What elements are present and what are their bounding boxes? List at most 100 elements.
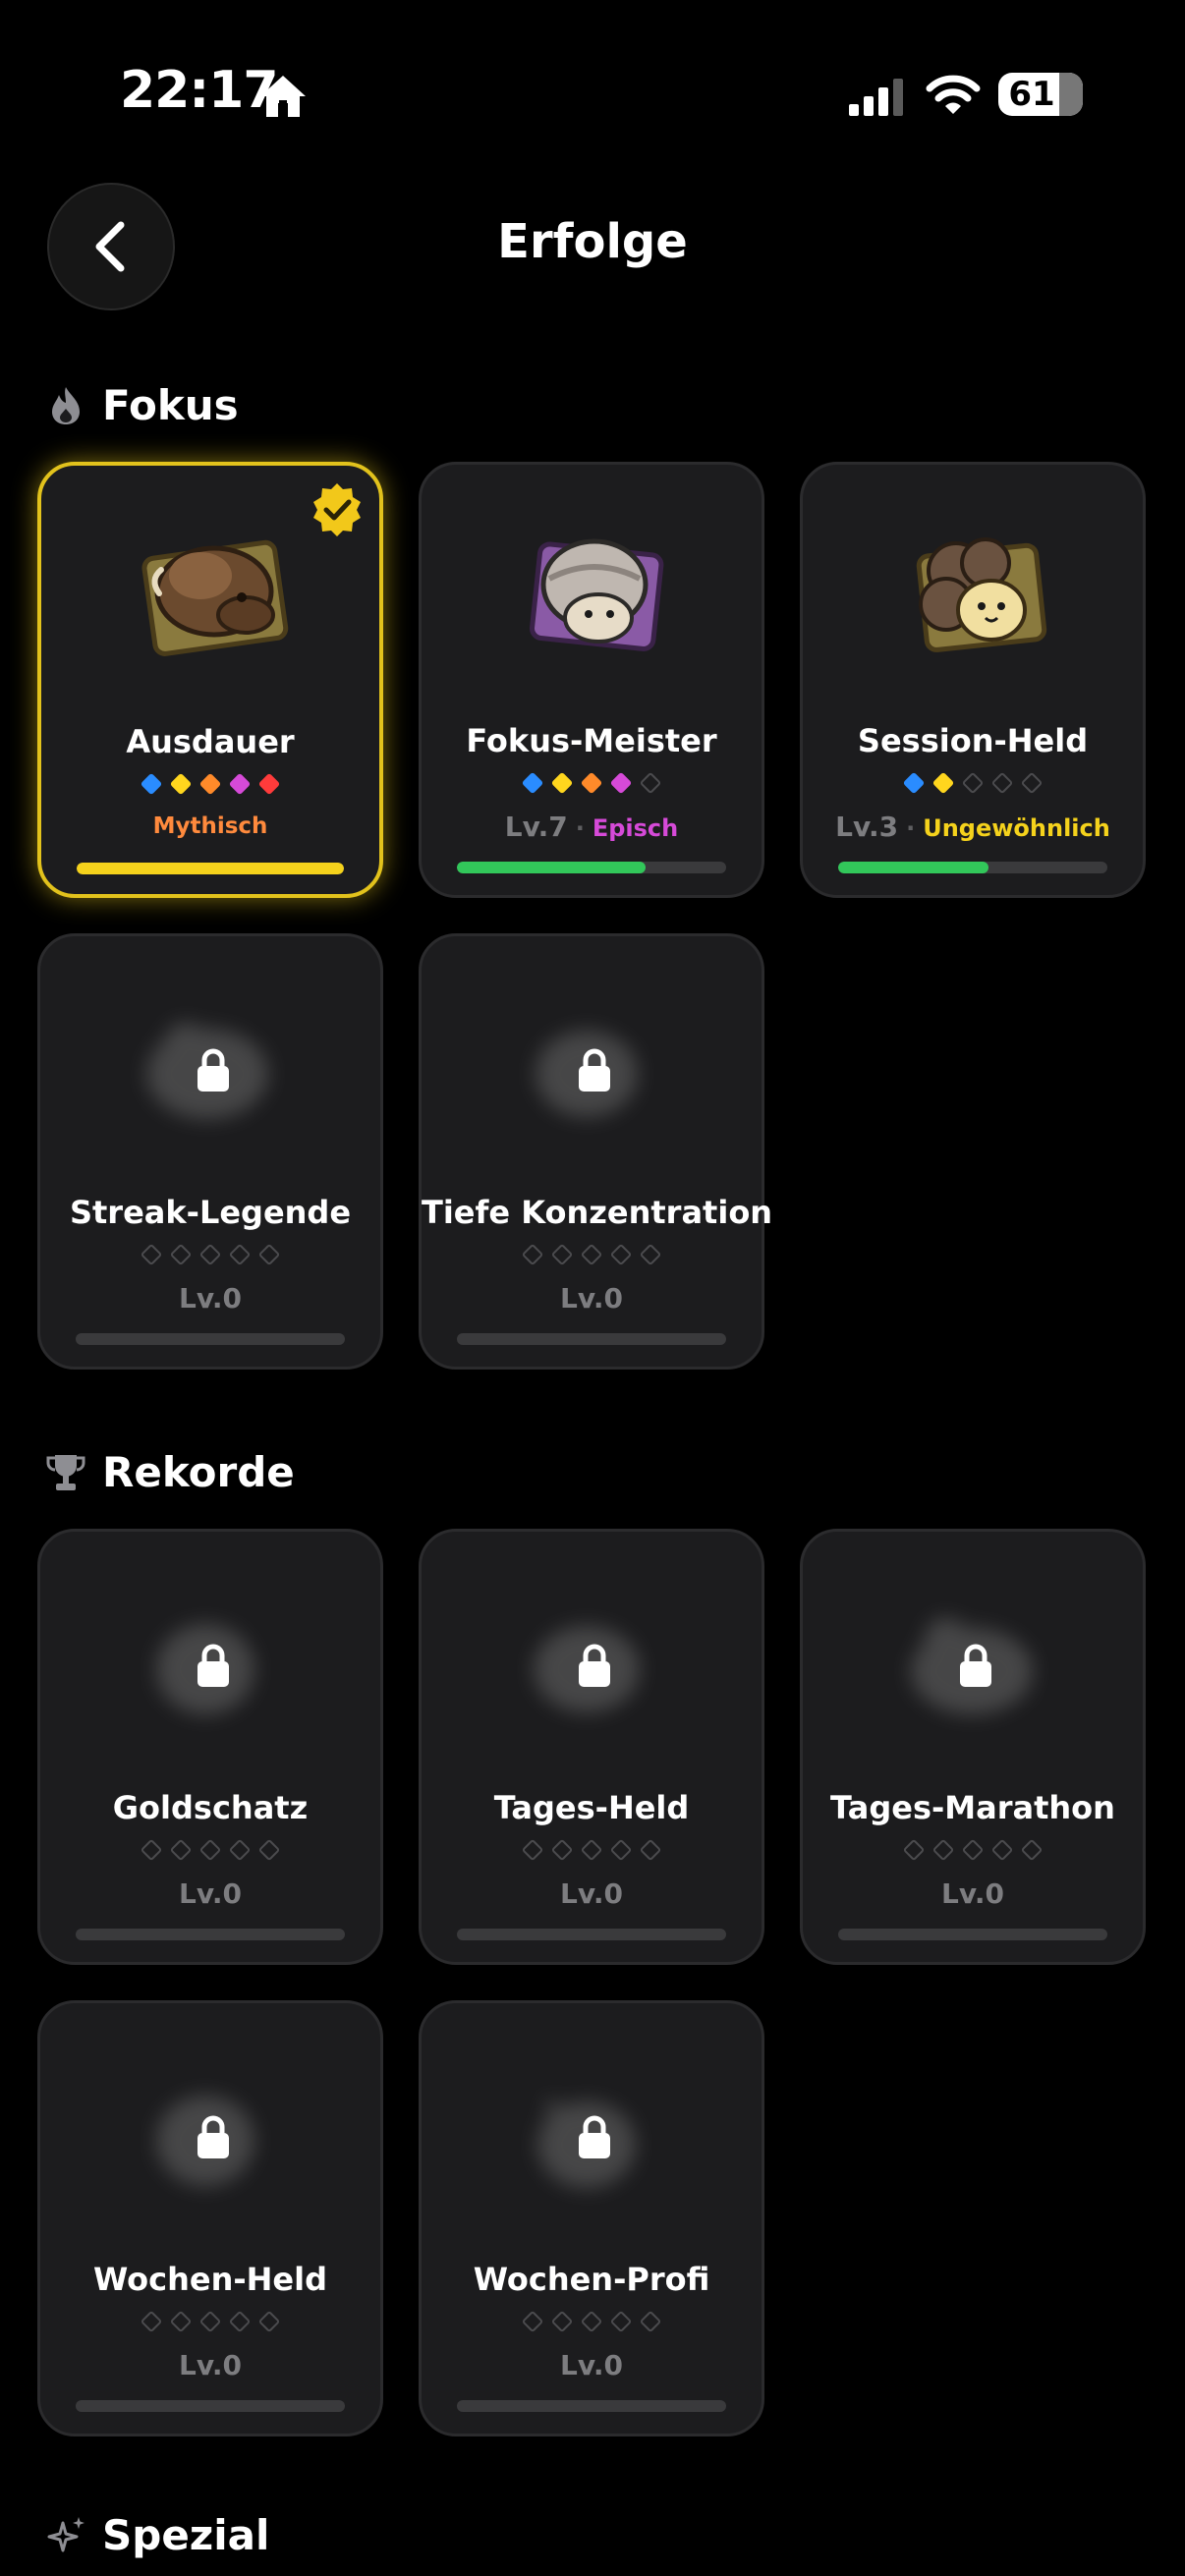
card-name: Tages-Held: [493, 1789, 690, 1826]
page-title: Erfolge: [497, 214, 688, 269]
gem-empty: [639, 771, 662, 795]
lock-icon: [579, 1048, 610, 1092]
gem-empty: [990, 1838, 1014, 1862]
gem-empty: [169, 2310, 193, 2333]
progress-fill: [457, 862, 646, 873]
gem-filled: [550, 771, 574, 795]
separator-dot: ·: [906, 814, 916, 842]
gem-filled: [228, 772, 252, 796]
gem-filled: [257, 772, 281, 796]
gem-empty: [990, 771, 1014, 795]
gem-filled: [521, 771, 544, 795]
level-label: Lv.0: [560, 1877, 623, 1910]
gem-empty: [257, 1243, 281, 1266]
gem-empty: [902, 1838, 926, 1862]
lock-icon: [198, 1644, 229, 1687]
gem-empty: [521, 2310, 544, 2333]
lock-icon: [198, 2115, 229, 2158]
gem-empty: [257, 1838, 281, 1862]
gem-empty: [521, 1838, 544, 1862]
gem-filled: [902, 771, 926, 795]
progress-bar: [457, 1333, 726, 1345]
lock-icon: [579, 1644, 610, 1687]
wifi-icon: [926, 75, 981, 114]
achievement-card-fokus-meister[interactable]: Fokus-Meister Lv.7 · Episch: [419, 462, 764, 898]
gem-empty: [609, 1243, 633, 1266]
achievement-card-tages-marathon[interactable]: Tages-Marathon Lv.0: [800, 1529, 1146, 1965]
level-row: Lv.0: [40, 1282, 380, 1315]
level-label: Lv.0: [941, 1877, 1004, 1910]
gem-empty: [961, 1838, 985, 1862]
gem-empty: [580, 1838, 603, 1862]
achievement-card-ausdauer[interactable]: Ausdauer Mythisch: [37, 462, 383, 898]
gem-empty: [228, 1838, 252, 1862]
progress-bar: [76, 1929, 345, 1940]
level-row: Lv.0: [803, 1877, 1143, 1910]
rarity-gems: [803, 1838, 1143, 1862]
gem-empty: [580, 2310, 603, 2333]
gem-filled: [169, 772, 193, 796]
section-header-fokus: Fokus: [45, 381, 239, 429]
achievement-card-tiefe-konzentration[interactable]: Tiefe Konzentration Lv.0: [419, 933, 772, 1370]
gem-empty: [609, 2310, 633, 2333]
rarity-label: Episch: [592, 814, 679, 842]
level-label: Lv.3: [835, 811, 899, 843]
achievement-card-goldschatz[interactable]: Goldschatz Lv.0: [37, 1529, 383, 1965]
level-row: Lv.0: [422, 1877, 762, 1910]
progress-fill: [838, 862, 989, 873]
card-name: Streak-Legende: [69, 1194, 352, 1231]
battery-level: 61: [1008, 75, 1055, 114]
trophy-icon: [45, 1452, 86, 1493]
level-row: Lv.0: [40, 2349, 380, 2381]
card-name: Wochen-Held: [92, 2261, 327, 2298]
lock-icon: [960, 1644, 991, 1687]
card-name: Session-Held: [857, 722, 1089, 759]
gem-empty: [140, 1838, 163, 1862]
gem-empty: [198, 2310, 222, 2333]
rarity-gems: [803, 771, 1143, 795]
gem-empty: [639, 1838, 662, 1862]
battery-cap: [1075, 87, 1083, 103]
card-name: Tages-Marathon: [830, 1789, 1115, 1826]
achievement-card-session-held[interactable]: Session-Held Lv.3 · Ungewöhnlich: [800, 462, 1146, 898]
card-name: Wochen-Profi: [473, 2261, 710, 2298]
gem-empty: [140, 2310, 163, 2333]
progress-fill: [77, 863, 344, 874]
gem-filled: [198, 772, 222, 796]
battery-indicator: 61: [998, 73, 1083, 116]
level-label: Lv.7: [504, 811, 568, 843]
progress-bar: [457, 1929, 726, 1940]
gem-empty: [550, 2310, 574, 2333]
gem-empty: [198, 1838, 222, 1862]
progress-bar: [457, 2400, 726, 2412]
bison-badge-art: [141, 539, 289, 656]
gem-empty: [1020, 1838, 1044, 1862]
gem-empty: [639, 1243, 662, 1266]
gem-empty: [550, 1838, 574, 1862]
section-title-spezial: Spezial: [102, 2511, 270, 2559]
card-name: Fokus-Meister: [466, 722, 717, 759]
hooded-character-badge-art: [530, 538, 664, 651]
rarity-gems: [422, 1243, 762, 1266]
progress-bar: [838, 1929, 1107, 1940]
gem-empty: [228, 1243, 252, 1266]
section-title-rekorde: Rekorde: [102, 1448, 295, 1496]
level-label: Lv.0: [179, 1282, 242, 1315]
progress-bar: [77, 863, 344, 874]
level-label: Lv.0: [179, 1877, 242, 1910]
gem-filled: [931, 771, 955, 795]
gem-empty: [580, 1243, 603, 1266]
progress-bar: [76, 1333, 345, 1345]
gem-empty: [609, 1838, 633, 1862]
card-name: Ausdauer: [126, 723, 295, 760]
home-icon: [260, 76, 306, 117]
gem-empty: [140, 1243, 163, 1266]
achievement-card-streak-legende[interactable]: Streak-Legende Lv.0: [37, 933, 383, 1370]
level-row: Lv.0: [422, 1282, 762, 1315]
level-row: Lv.0: [422, 2349, 762, 2381]
achievement-card-tages-held[interactable]: Tages-Held Lv.0: [419, 1529, 764, 1965]
gem-filled: [140, 772, 163, 796]
rarity-gems: [40, 1243, 380, 1266]
achievement-card-wochen-profi[interactable]: Wochen-Profi Lv.0: [419, 2000, 764, 2436]
achievement-card-wochen-held[interactable]: Wochen-Held Lv.0: [37, 2000, 383, 2436]
